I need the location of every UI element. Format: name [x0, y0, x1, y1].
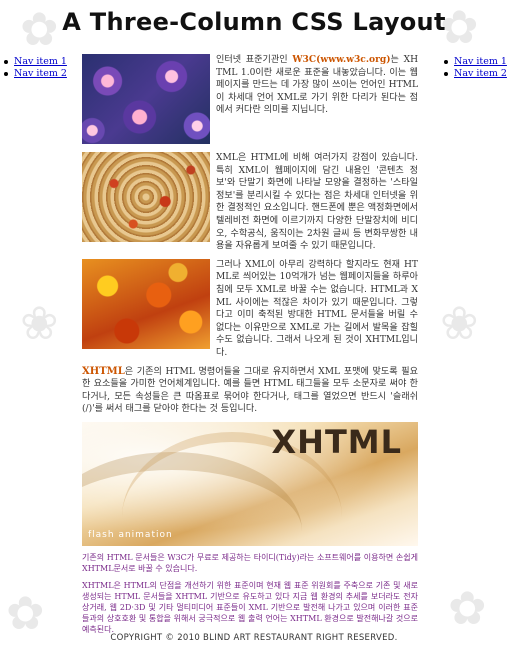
nav-item-2: Nav item 2	[440, 68, 507, 79]
xhtml-summary: XHTML은 HTML의 단점을 개선하기 위한 표준이며 현재 웹 표준 위원…	[82, 580, 418, 634]
right-nav: Nav item 1 Nav item 2	[440, 56, 507, 80]
xhtml-highlight: XHTML	[82, 365, 125, 377]
starfish-image	[82, 152, 210, 242]
background-flower-decoration: ✿	[6, 586, 45, 640]
background-flower-decoration: ❀	[440, 296, 479, 350]
tidy-note: 기존의 HTML 문서들은 W3C가 무료로 제공하는 타이디(Tidy)라는 …	[82, 552, 418, 573]
nav-link-2[interactable]: Nav item 2	[14, 68, 67, 79]
main-content: 인터넷 표준기관인 W3C(www.w3c.org)는 XHTML 1.0이란 …	[82, 54, 418, 635]
paragraph-text: 은 기존의 HTML 명령어들을 그대로 유지하면서 XML 포맷에 맞도록 필…	[82, 366, 418, 415]
paragraph-4: XHTML은 기존의 HTML 명령어들을 그대로 유지하면서 XML 포맷에 …	[82, 366, 418, 416]
footer-copyright: COPYRIGHT © 2010 BLIND ART RESTAURANT RI…	[110, 633, 398, 643]
page-header: A Three-Column CSS Layout	[0, 0, 508, 48]
nav-link-2[interactable]: Nav item 2	[454, 68, 507, 79]
banner-subtitle: flash animation	[88, 530, 173, 541]
autumn-leaves-image	[82, 258, 210, 349]
nav-item-1: Nav item 1	[0, 56, 67, 67]
page-title: A Three-Column CSS Layout	[62, 8, 446, 36]
banner-title: XHTML	[271, 422, 402, 461]
content-block-2: XML은 HTML에 비해 여러가지 강점이 있습니다. 특히 XML이 웹페이…	[82, 152, 418, 253]
content-block-1: 인터넷 표준기관인 W3C(www.w3c.org)는 XHTML 1.0이란 …	[82, 54, 418, 146]
left-nav: Nav item 1 Nav item 2	[0, 56, 67, 80]
paragraph-text: 인터넷 표준기관인	[216, 55, 293, 65]
xhtml-flash-banner: XHTML flash animation	[82, 421, 418, 546]
w3c-link-text: W3C(www.w3c.org)	[292, 54, 391, 65]
nav-item-1: Nav item 1	[440, 56, 507, 67]
content-block-3: 그러나 XML이 아무리 강력하다 할지라도 현재 HTML로 씌어있는 10억…	[82, 258, 418, 360]
nav-link-1[interactable]: Nav item 1	[454, 56, 507, 67]
nav-link-1[interactable]: Nav item 1	[14, 56, 67, 67]
nav-item-2: Nav item 2	[0, 68, 67, 79]
background-flower-decoration: ✿	[448, 581, 487, 635]
background-flower-decoration: ❀	[20, 296, 59, 350]
flower-image	[82, 54, 210, 144]
